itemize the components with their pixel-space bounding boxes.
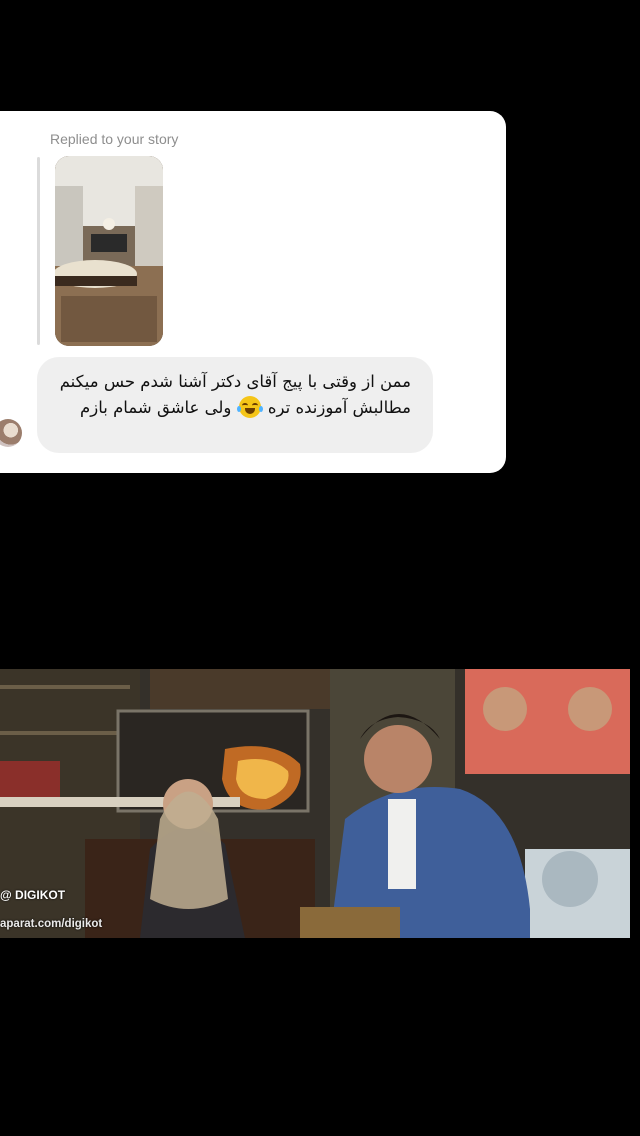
laughing-tears-emoji-icon (236, 396, 263, 418)
video-frame[interactable] (0, 669, 630, 938)
video-watermark-url: aparat.com/digikot (0, 918, 103, 930)
story-thumbnail[interactable] (55, 156, 163, 346)
video-watermark-handle: @ DIGIKOT (0, 888, 66, 902)
replied-to-story-label: Replied to your story (50, 131, 179, 147)
message-text: ممن از وقتی با پیج آقای دکتر آشنا شدم حس… (59, 372, 411, 418)
sender-avatar[interactable] (0, 419, 22, 447)
quote-bar (37, 157, 40, 345)
story-reply-card: Replied to your story ممن از وقتی با پیج… (0, 111, 506, 473)
video-scene-image (0, 669, 630, 938)
story-room-image (55, 156, 163, 346)
message-bubble[interactable]: ممن از وقتی با پیج آقای دکتر آشنا شدم حس… (37, 357, 433, 453)
